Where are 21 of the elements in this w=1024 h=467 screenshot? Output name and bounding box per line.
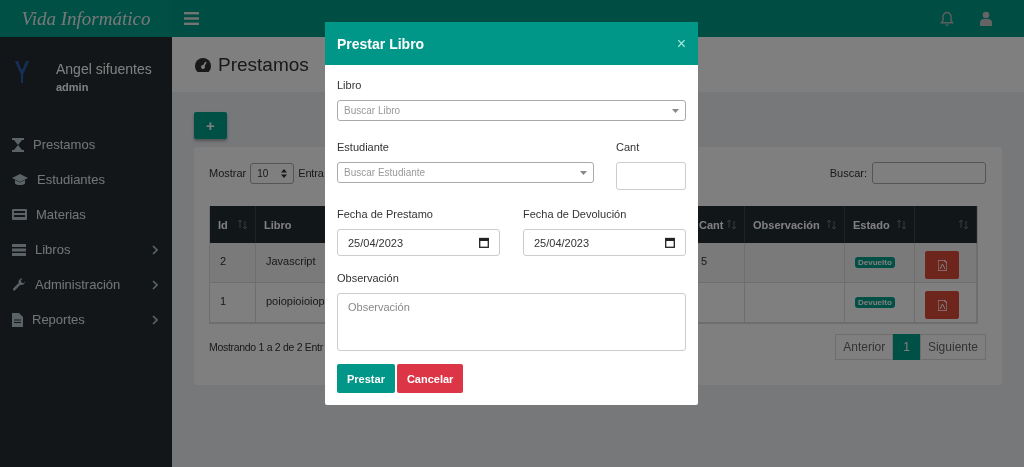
modal-title: Prestar Libro [337,35,425,52]
field-label: Fecha de Devolución [523,208,628,220]
field-label: Observación [337,272,400,284]
field-label: Libro [337,79,363,91]
field-label: Cant [616,141,641,153]
user-name: Angel sifuentes [56,61,152,77]
length-label: Mostrar [209,167,247,179]
search-label: Buscar: [829,167,867,179]
table-cell: 5 [701,255,708,267]
field-label: Fecha de Prestamo [337,208,434,220]
table-cell: 2 [220,255,227,267]
table-info: Mostrando 1 a 2 de 2 Entr [209,341,323,353]
page-title: Prestamos [218,53,309,76]
status-badge: Devuelto [855,257,895,268]
table-cell: Javascript [266,255,316,267]
table-cell: 1 [220,295,227,307]
status-badge: Devuelto [855,297,895,308]
length-label: Entra [298,167,324,179]
table-cell: poiopioioiop [266,295,325,307]
user-role: admin [56,81,90,93]
field-label: Estudiante [337,141,390,153]
